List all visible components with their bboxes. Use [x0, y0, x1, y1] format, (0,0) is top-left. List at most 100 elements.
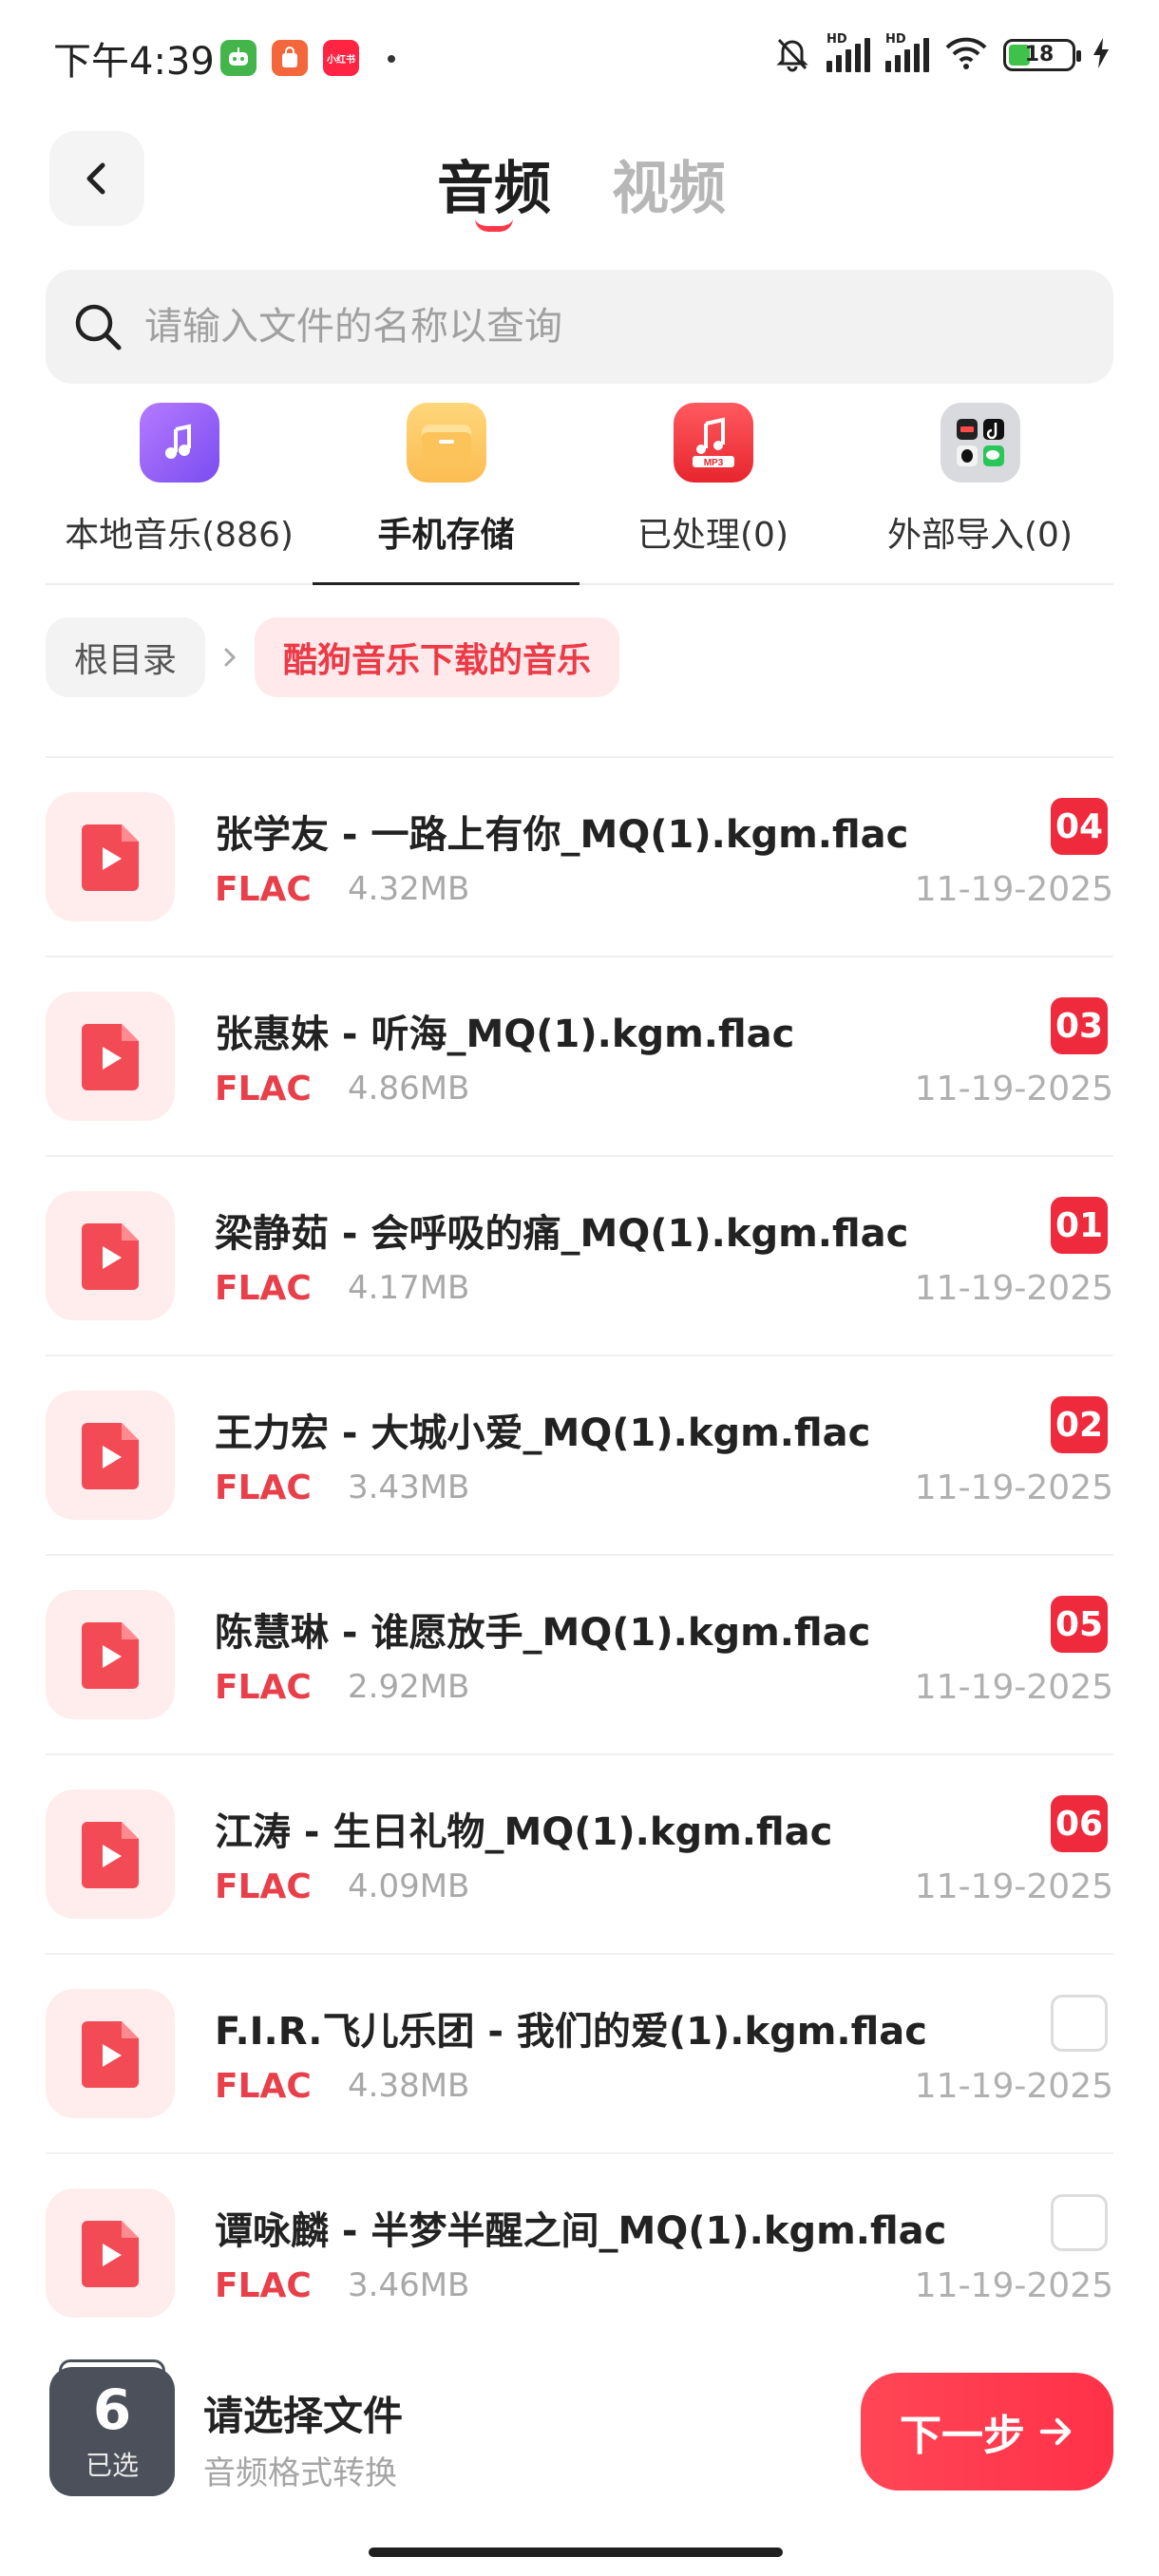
arrow-right-icon: [1039, 2417, 1072, 2446]
audio-file-thumbnail: [46, 1391, 175, 1520]
file-format: FLAC: [215, 1668, 312, 1707]
search-input[interactable]: [144, 305, 999, 349]
play-file-icon: [82, 824, 139, 891]
audio-file-thumbnail: [46, 1191, 175, 1320]
chevron-left-icon: [86, 162, 105, 195]
file-format: FLAC: [215, 2266, 312, 2305]
file-size: 4.32MB: [348, 870, 470, 908]
audio-file-thumbnail: [46, 1790, 175, 1919]
file-size: 2.92MB: [348, 1668, 470, 1706]
file-size: 4.86MB: [348, 1070, 470, 1108]
play-file-icon: [82, 2221, 139, 2287]
folder-icon: [406, 403, 486, 483]
file-list-item[interactable]: 谭咏麟 - 半梦半醒之间_MQ(1).kgm.flac FLAC 3.46MB …: [46, 2154, 1113, 2354]
file-size: 4.09MB: [348, 1867, 470, 1905]
file-size: 4.17MB: [348, 1269, 470, 1307]
source-local-music[interactable]: 本地音乐(886): [46, 399, 313, 583]
shopping-app-icon: [272, 40, 308, 76]
source-external-import[interactable]: 外部导入(0): [846, 399, 1113, 583]
file-list-item[interactable]: 张学友 - 一路上有你_MQ(1).kgm.flac FLAC 4.32MB 1…: [46, 758, 1113, 957]
file-select-checkbox[interactable]: [1051, 2194, 1108, 2251]
file-list-item[interactable]: 梁静茹 - 会呼吸的痛_MQ(1).kgm.flac FLAC 4.17MB 1…: [46, 1157, 1113, 1356]
file-name: 谭咏麟 - 半梦半醒之间_MQ(1).kgm.flac: [215, 2209, 947, 2253]
file-format: FLAC: [215, 2067, 312, 2106]
battery-icon: 18: [1003, 39, 1081, 71]
status-dot: [388, 55, 395, 63]
file-format: FLAC: [215, 1269, 312, 1308]
file-select-checkbox[interactable]: 01: [1051, 1197, 1108, 1254]
home-indicator[interactable]: [369, 2548, 783, 2557]
file-date: 11-19-2025: [914, 1668, 1113, 1707]
file-list-item[interactable]: 江涛 - 生日礼物_MQ(1).kgm.flac FLAC 4.09MB 11-…: [46, 1755, 1113, 1955]
file-select-checkbox[interactable]: 06: [1051, 1795, 1108, 1852]
file-name: 张惠妹 - 听海_MQ(1).kgm.flac: [215, 1013, 795, 1056]
play-file-icon: [82, 1822, 139, 1888]
tab-active-indicator: [475, 218, 513, 232]
file-select-checkbox[interactable]: 03: [1051, 997, 1108, 1054]
selected-count-label: 已选: [85, 2450, 139, 2481]
file-name: 陈慧琳 - 谁愿放手_MQ(1).kgm.flac: [215, 1611, 871, 1655]
file-date: 11-19-2025: [914, 1468, 1113, 1507]
play-file-icon: [82, 1223, 139, 1290]
play-file-icon: [82, 2021, 139, 2088]
breadcrumb-root[interactable]: 根目录: [46, 617, 206, 697]
file-name: F.I.R.飞儿乐团 - 我们的爱(1).kgm.flac: [215, 2010, 927, 2054]
bottom-subtitle: 音频格式转换: [203, 2454, 397, 2492]
selected-count-badge[interactable]: 6 已选: [49, 2359, 175, 2496]
source-tabs: 本地音乐(886) 手机存储 MP3 已处理(0) 外部导入(0): [46, 399, 1113, 585]
search-bar: [46, 270, 1113, 384]
file-date: 11-19-2025: [914, 2067, 1113, 2106]
file-size: 4.38MB: [348, 2067, 470, 2105]
status-time: 下午4:39: [53, 40, 215, 84]
battery-level: 18: [1024, 43, 1054, 66]
source-label: 本地音乐(886): [65, 516, 294, 555]
music-note-icon: [139, 403, 219, 483]
file-name: 王力宏 - 大城小爱_MQ(1).kgm.flac: [215, 1411, 871, 1455]
signal-1-icon: HD: [826, 32, 870, 72]
bottom-title: 请选择文件: [203, 2393, 404, 2439]
file-select-checkbox[interactable]: 05: [1051, 1596, 1108, 1653]
search-icon: [75, 304, 122, 350]
audio-file-thumbnail: [46, 1989, 175, 2118]
file-select-checkbox[interactable]: 02: [1051, 1396, 1108, 1453]
file-date: 11-19-2025: [914, 1867, 1113, 1906]
file-date: 11-19-2025: [914, 1070, 1113, 1108]
xiaohongshu-app-icon: 小红书: [323, 40, 359, 76]
play-file-icon: [82, 1423, 139, 1489]
chevron-right-icon: [224, 648, 237, 667]
robot-app-icon: [220, 40, 256, 76]
source-processed[interactable]: MP3 已处理(0): [580, 399, 846, 583]
file-date: 11-19-2025: [914, 2266, 1113, 2305]
play-file-icon: [82, 1024, 139, 1090]
mp3-icon: MP3: [673, 403, 753, 483]
file-date: 11-19-2025: [914, 870, 1113, 909]
file-select-checkbox[interactable]: [1051, 1995, 1108, 2052]
file-list-item[interactable]: 王力宏 - 大城小爱_MQ(1).kgm.flac FLAC 3.43MB 11…: [46, 1356, 1113, 1556]
source-phone-storage[interactable]: 手机存储: [313, 399, 580, 585]
back-button[interactable]: [49, 131, 144, 226]
status-bar: 下午4:39 小红书 HD HD 18: [0, 0, 1159, 114]
tab-video[interactable]: 视频: [612, 142, 726, 225]
file-format: FLAC: [215, 1468, 312, 1507]
audio-file-thumbnail: [46, 792, 175, 921]
source-label: 手机存储: [377, 516, 515, 555]
audio-file-thumbnail: [46, 992, 175, 1121]
breadcrumb-current[interactable]: 酷狗音乐下载的音乐: [255, 617, 620, 697]
file-list-item[interactable]: F.I.R.飞儿乐团 - 我们的爱(1).kgm.flac FLAC 4.38M…: [46, 1955, 1113, 2154]
next-step-label: 下一步: [900, 2413, 1025, 2459]
file-name: 江涛 - 生日礼物_MQ(1).kgm.flac: [215, 1810, 833, 1854]
next-step-button[interactable]: 下一步: [861, 2373, 1113, 2491]
file-select-checkbox[interactable]: 04: [1051, 798, 1108, 855]
svg-text:MP3: MP3: [703, 458, 723, 468]
file-format: FLAC: [215, 1867, 312, 1906]
file-list-item[interactable]: 张惠妹 - 听海_MQ(1).kgm.flac FLAC 4.86MB 11-1…: [46, 957, 1113, 1157]
breadcrumb: 根目录 酷狗音乐下载的音乐: [46, 617, 620, 697]
charging-icon: [1091, 37, 1112, 73]
tab-audio[interactable]: 音频: [437, 142, 551, 232]
play-file-icon: [82, 1622, 139, 1689]
wifi-icon: [944, 36, 988, 74]
bottom-action-bar: 6 已选 请选择文件 音频格式转换 下一步: [0, 2346, 1159, 2576]
file-list-item[interactable]: 陈慧琳 - 谁愿放手_MQ(1).kgm.flac FLAC 2.92MB 11…: [46, 1556, 1113, 1755]
media-tabs: 音频 视频: [437, 142, 726, 232]
selected-count: 6: [92, 2377, 132, 2442]
